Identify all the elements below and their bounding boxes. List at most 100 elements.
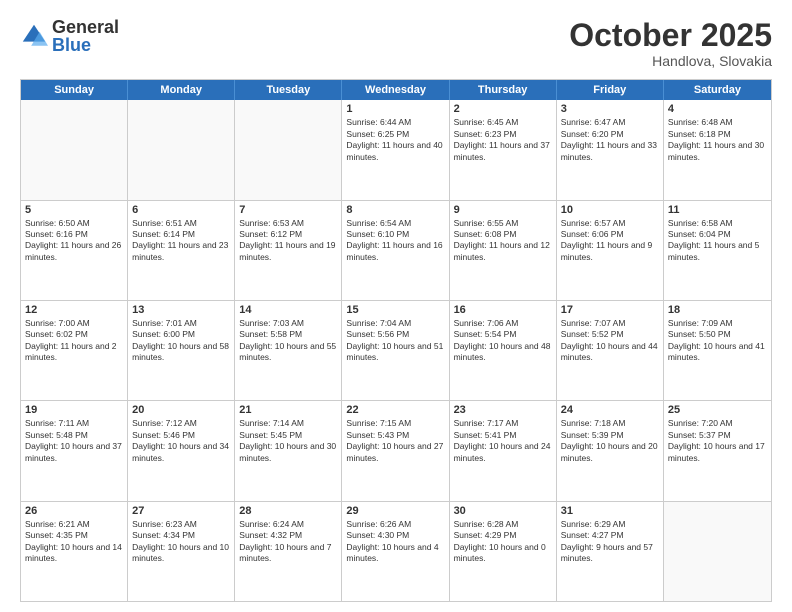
calendar-cell-13: 13 Sunrise: 7:01 AMSunset: 6:00 PMDayligh… xyxy=(128,301,235,400)
calendar-cell-2: 2 Sunrise: 6:45 AMSunset: 6:23 PMDaylight… xyxy=(450,100,557,199)
calendar-cell-17: 17 Sunrise: 7:07 AMSunset: 5:52 PMDayligh… xyxy=(557,301,664,400)
cell-info: Sunrise: 6:47 AMSunset: 6:20 PMDaylight:… xyxy=(561,117,659,163)
weekday-header-wednesday: Wednesday xyxy=(342,80,449,100)
day-number: 22 xyxy=(346,404,444,416)
calendar-cell-empty-0-0 xyxy=(21,100,128,199)
calendar-cell-16: 16Sunrise: 7:06 AMSunset: 5:54 PMDayligh… xyxy=(450,301,557,400)
day-number: 13 xyxy=(132,304,230,316)
location-subtitle: Handlova, Slovakia xyxy=(569,53,772,69)
cell-info: Sunrise: 6:50 AMSunset: 6:16 PMDaylight:… xyxy=(25,218,123,264)
cell-info: Sunrise: 7:09 AMSunset: 5:50 PMDaylight:… xyxy=(668,318,767,364)
calendar-cell-29: 29Sunrise: 6:26 AMSunset: 4:30 PMDayligh… xyxy=(342,502,449,601)
cell-info: Sunrise: 6:26 AMSunset: 4:30 PMDaylight:… xyxy=(346,519,444,565)
calendar-cell-25: 25Sunrise: 7:20 AMSunset: 5:37 PMDayligh… xyxy=(664,401,771,500)
logo-blue-text: Blue xyxy=(52,36,119,54)
calendar-cell-21: 21Sunrise: 7:14 AMSunset: 5:45 PMDayligh… xyxy=(235,401,342,500)
day-number: 17 xyxy=(561,304,659,316)
weekday-header-thursday: Thursday xyxy=(450,80,557,100)
calendar-cell-6: 6Sunrise: 6:51 AMSunset: 6:14 PMDaylight… xyxy=(128,201,235,300)
day-number: 19 xyxy=(25,404,123,416)
cell-info: Sunrise: 6:51 AMSunset: 6:14 PMDaylight:… xyxy=(132,218,230,264)
calendar-cell-4: 4 Sunrise: 6:48 AMSunset: 6:18 PMDaylight… xyxy=(664,100,771,199)
day-number: 21 xyxy=(239,404,337,416)
header: General Blue October 2025 Handlova, Slov… xyxy=(20,18,772,69)
day-number: 10 xyxy=(561,204,659,216)
cell-info: Sunrise: 7:18 AMSunset: 5:39 PMDaylight:… xyxy=(561,418,659,464)
cell-info: Sunrise: 6:55 AMSunset: 6:08 PMDaylight:… xyxy=(454,218,552,264)
cell-info: Sunrise: 6:54 AMSunset: 6:10 PMDaylight:… xyxy=(346,218,444,264)
cell-info: Sunrise: 7:01 AMSunset: 6:00 PMDaylight:… xyxy=(132,318,230,364)
cell-info: Sunrise: 7:07 AMSunset: 5:52 PMDaylight:… xyxy=(561,318,659,364)
calendar-cell-15: 15 Sunrise: 7:04 AMSunset: 5:56 PMDayligh… xyxy=(342,301,449,400)
day-number: 2 xyxy=(454,103,552,115)
day-number: 4 xyxy=(668,103,767,115)
calendar-row-0: 1Sunrise: 6:44 AMSunset: 6:25 PMDaylight… xyxy=(21,100,771,199)
day-number: 12 xyxy=(25,304,123,316)
cell-info: Sunrise: 6:29 AMSunset: 4:27 PMDaylight:… xyxy=(561,519,659,565)
cell-info: Sunrise: 7:11 AMSunset: 5:48 PMDaylight:… xyxy=(25,418,123,464)
weekday-header-sunday: Sunday xyxy=(21,80,128,100)
cell-info: Sunrise: 7:12 AMSunset: 5:46 PMDaylight:… xyxy=(132,418,230,464)
cell-info: Sunrise: 7:00 AMSunset: 6:02 PMDaylight:… xyxy=(25,318,123,364)
cell-info: Sunrise: 6:24 AMSunset: 4:32 PMDaylight:… xyxy=(239,519,337,565)
calendar-cell-30: 30 Sunrise: 6:28 AMSunset: 4:29 PMDayligh… xyxy=(450,502,557,601)
month-title: October 2025 xyxy=(569,18,772,53)
cell-info: Sunrise: 6:45 AMSunset: 6:23 PMDaylight:… xyxy=(454,117,552,163)
calendar-cell-20: 20 Sunrise: 7:12 AMSunset: 5:46 PMDayligh… xyxy=(128,401,235,500)
weekday-header-tuesday: Tuesday xyxy=(235,80,342,100)
calendar-cell-24: 24 Sunrise: 7:18 AMSunset: 5:39 PMDayligh… xyxy=(557,401,664,500)
title-area: October 2025 Handlova, Slovakia xyxy=(569,18,772,69)
day-number: 11 xyxy=(668,204,767,216)
calendar-cell-22: 22 Sunrise: 7:15 AMSunset: 5:43 PMDayligh… xyxy=(342,401,449,500)
calendar-cell-26: 26Sunrise: 6:21 AMSunset: 4:35 PMDayligh… xyxy=(21,502,128,601)
day-number: 30 xyxy=(454,505,552,517)
cell-info: Sunrise: 7:04 AMSunset: 5:56 PMDaylight:… xyxy=(346,318,444,364)
day-number: 20 xyxy=(132,404,230,416)
cell-info: Sunrise: 6:53 AMSunset: 6:12 PMDaylight:… xyxy=(239,218,337,264)
calendar-cell-23: 23Sunrise: 7:17 AMSunset: 5:41 PMDayligh… xyxy=(450,401,557,500)
calendar-cell-11: 11 Sunrise: 6:58 AMSunset: 6:04 PMDayligh… xyxy=(664,201,771,300)
cell-info: Sunrise: 6:23 AMSunset: 4:34 PMDaylight:… xyxy=(132,519,230,565)
calendar-row-4: 26Sunrise: 6:21 AMSunset: 4:35 PMDayligh… xyxy=(21,501,771,601)
logo-icon xyxy=(20,22,48,50)
calendar-cell-28: 28 Sunrise: 6:24 AMSunset: 4:32 PMDayligh… xyxy=(235,502,342,601)
day-number: 3 xyxy=(561,103,659,115)
calendar: SundayMondayTuesdayWednesdayThursdayFrid… xyxy=(20,79,772,602)
weekday-header-saturday: Saturday xyxy=(664,80,771,100)
day-number: 28 xyxy=(239,505,337,517)
cell-info: Sunrise: 7:15 AMSunset: 5:43 PMDaylight:… xyxy=(346,418,444,464)
day-number: 1 xyxy=(346,103,444,115)
day-number: 23 xyxy=(454,404,552,416)
cell-info: Sunrise: 6:21 AMSunset: 4:35 PMDaylight:… xyxy=(25,519,123,565)
cell-info: Sunrise: 6:57 AMSunset: 6:06 PMDaylight:… xyxy=(561,218,659,264)
day-number: 18 xyxy=(668,304,767,316)
calendar-cell-empty-0-1 xyxy=(128,100,235,199)
calendar-cell-7: 7 Sunrise: 6:53 AMSunset: 6:12 PMDaylight… xyxy=(235,201,342,300)
day-number: 7 xyxy=(239,204,337,216)
cell-info: Sunrise: 7:20 AMSunset: 5:37 PMDaylight:… xyxy=(668,418,767,464)
calendar-row-3: 19 Sunrise: 7:11 AMSunset: 5:48 PMDayligh… xyxy=(21,400,771,500)
day-number: 24 xyxy=(561,404,659,416)
day-number: 27 xyxy=(132,505,230,517)
calendar-cell-1: 1Sunrise: 6:44 AMSunset: 6:25 PMDaylight… xyxy=(342,100,449,199)
day-number: 14 xyxy=(239,304,337,316)
calendar-body: 1Sunrise: 6:44 AMSunset: 6:25 PMDaylight… xyxy=(21,100,771,601)
day-number: 15 xyxy=(346,304,444,316)
calendar-cell-5: 5Sunrise: 6:50 AMSunset: 6:16 PMDaylight… xyxy=(21,201,128,300)
calendar-row-2: 12 Sunrise: 7:00 AMSunset: 6:02 PMDayligh… xyxy=(21,300,771,400)
day-number: 16 xyxy=(454,304,552,316)
page: General Blue October 2025 Handlova, Slov… xyxy=(0,0,792,612)
cell-info: Sunrise: 6:28 AMSunset: 4:29 PMDaylight:… xyxy=(454,519,552,565)
cell-info: Sunrise: 7:03 AMSunset: 5:58 PMDaylight:… xyxy=(239,318,337,364)
calendar-cell-27: 27 Sunrise: 6:23 AMSunset: 4:34 PMDayligh… xyxy=(128,502,235,601)
logo-general-text: General xyxy=(52,18,119,36)
cell-info: Sunrise: 6:58 AMSunset: 6:04 PMDaylight:… xyxy=(668,218,767,264)
calendar-cell-3: 3 Sunrise: 6:47 AMSunset: 6:20 PMDaylight… xyxy=(557,100,664,199)
calendar-cell-empty-0-2 xyxy=(235,100,342,199)
calendar-cell-14: 14 Sunrise: 7:03 AMSunset: 5:58 PMDayligh… xyxy=(235,301,342,400)
day-number: 9 xyxy=(454,204,552,216)
day-number: 8 xyxy=(346,204,444,216)
calendar-cell-8: 8 Sunrise: 6:54 AMSunset: 6:10 PMDaylight… xyxy=(342,201,449,300)
calendar-cell-12: 12 Sunrise: 7:00 AMSunset: 6:02 PMDayligh… xyxy=(21,301,128,400)
cell-info: Sunrise: 6:48 AMSunset: 6:18 PMDaylight:… xyxy=(668,117,767,163)
